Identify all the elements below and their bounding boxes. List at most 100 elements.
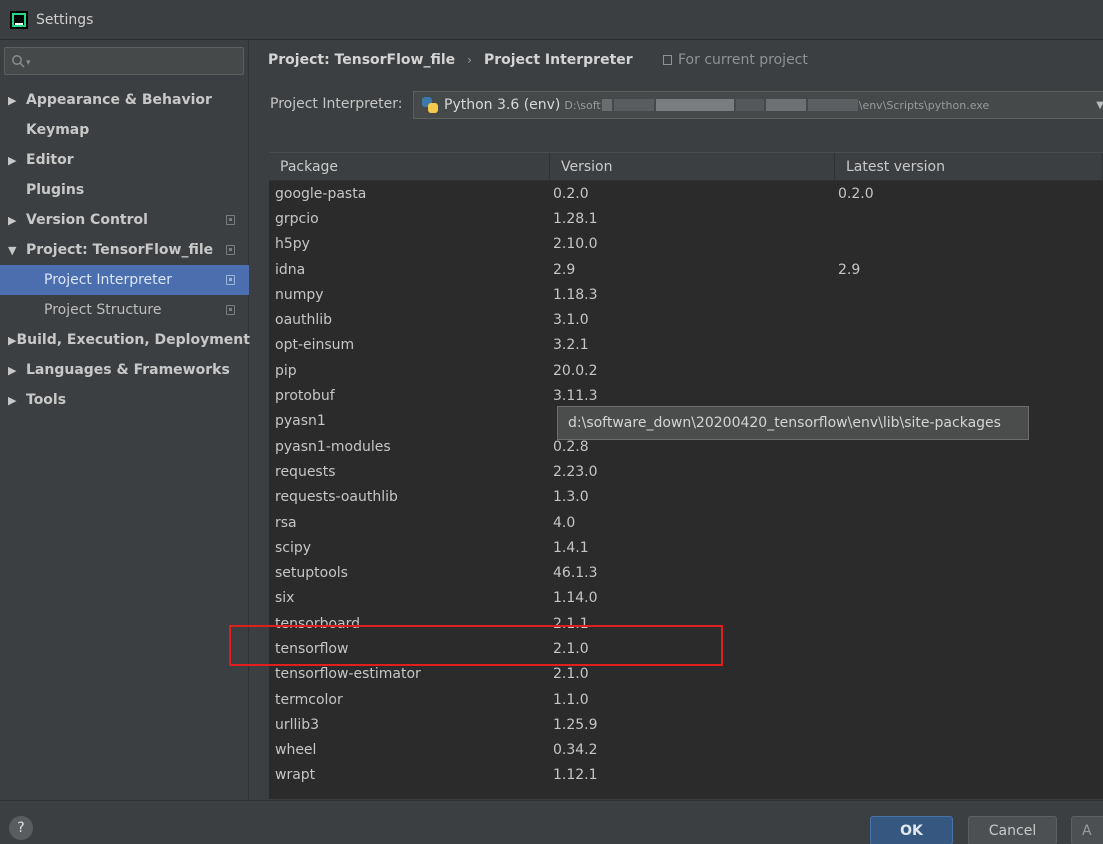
table-body: google-pasta 0.2.0 0.2.0 grpcio 1.28.1 h5py 2.…: [269, 181, 1103, 788]
package-name-cell: pyasn1: [275, 413, 326, 430]
sidebar-item-label: Editor: [26, 152, 74, 168]
help-button[interactable]: ?: [9, 816, 33, 840]
sidebar-item-project[interactable]: ▼ Project: TensorFlow_file: [0, 235, 249, 265]
search-options-icon: ▾: [26, 57, 31, 68]
sidebar-item-plugins[interactable]: Plugins: [0, 175, 249, 205]
package-name-cell: urllib3: [275, 716, 320, 733]
expand-arrow-icon: ▶: [8, 153, 17, 167]
package-name-cell: pyasn1-modules: [275, 438, 391, 455]
version-cell: 0.34.2: [553, 742, 598, 759]
package-name-cell: numpy: [275, 286, 324, 303]
table-row[interactable]: requests 2.23.0: [269, 459, 1103, 484]
table-row[interactable]: termcolor 1.1.0: [269, 687, 1103, 712]
scope-note-label: For current project: [678, 52, 808, 68]
table-header: Package Version Latest version: [269, 153, 1103, 181]
package-name-cell: wheel: [275, 742, 317, 759]
search-input[interactable]: ▾: [4, 47, 244, 75]
package-name-cell: rsa: [275, 514, 297, 531]
package-name-cell: tensorflow-estimator: [275, 666, 421, 683]
table-row[interactable]: numpy 1.18.3: [269, 282, 1103, 307]
table-row[interactable]: pip 20.0.2: [269, 358, 1103, 383]
collapse-arrow-icon: ▼: [8, 243, 17, 257]
sidebar-item-appearance[interactable]: ▶ Appearance & Behavior: [0, 85, 249, 115]
sidebar-item-editor[interactable]: ▶ Editor: [0, 145, 249, 175]
project-scope-icon: [226, 245, 235, 255]
package-name-cell: six: [275, 590, 295, 607]
package-path-tooltip: d:\software_down\20200420_tensorflow\env…: [557, 406, 1029, 440]
table-row[interactable]: wrapt 1.12.1: [269, 763, 1103, 788]
version-cell: 1.14.0: [553, 590, 598, 607]
cancel-button[interactable]: Cancel: [968, 816, 1057, 844]
package-name-cell: setuptools: [275, 565, 348, 582]
package-name-cell: pip: [275, 362, 297, 379]
table-row[interactable]: wheel 0.34.2: [269, 738, 1103, 763]
version-cell: 20.0.2: [553, 362, 598, 379]
table-row[interactable]: six 1.14.0: [269, 586, 1103, 611]
interpreter-select[interactable]: Python 3.6 (env) D:\soft \env\Scripts\py…: [413, 91, 1103, 119]
ok-button[interactable]: OK: [870, 816, 953, 844]
sidebar-item-build[interactable]: ▶ Build, Execution, Deployment: [0, 325, 250, 355]
version-cell: 3.2.1: [553, 337, 589, 354]
sidebar-item-label: Languages & Frameworks: [26, 362, 230, 378]
table-row[interactable]: grpcio 1.28.1: [269, 206, 1103, 231]
breadcrumb-separator: ›: [467, 53, 472, 67]
sidebar-item-label: Keymap: [26, 122, 90, 138]
expand-arrow-icon: ▶: [8, 93, 17, 107]
table-row[interactable]: rsa 4.0: [269, 510, 1103, 535]
expand-arrow-icon: ▶: [8, 333, 17, 347]
expand-arrow-icon: ▶: [8, 363, 17, 377]
table-row[interactable]: protobuf 3.11.3: [269, 383, 1103, 408]
highlight-box: [229, 625, 723, 666]
table-row[interactable]: idna 2.9 2.9: [269, 257, 1103, 282]
apply-button[interactable]: A: [1071, 816, 1103, 844]
version-cell: 46.1.3: [553, 565, 598, 582]
latest-version-cell: 2.9: [838, 261, 861, 278]
settings-sidebar: ▾ ▶ Appearance & Behavior Keymap ▶ Edito…: [0, 40, 250, 800]
table-row[interactable]: oauthlib 3.1.0: [269, 307, 1103, 332]
settings-nav: ▶ Appearance & Behavior Keymap ▶ Editor …: [0, 85, 250, 415]
version-cell: 0.2.0: [553, 185, 589, 202]
chevron-down-icon[interactable]: ▼: [1096, 100, 1103, 111]
dialog-footer: ? OK Cancel A: [0, 800, 1103, 844]
version-cell: 2.1.0: [553, 666, 589, 683]
sidebar-item-label: Project Interpreter: [44, 272, 173, 288]
project-scope-icon: [226, 215, 235, 225]
sidebar-item-tools[interactable]: ▶ Tools: [0, 385, 249, 415]
sidebar-item-keymap[interactable]: Keymap: [0, 115, 249, 145]
version-cell: 2.23.0: [553, 463, 598, 480]
redacted-path: [601, 99, 612, 111]
version-cell: 1.28.1: [553, 210, 598, 227]
column-header-package[interactable]: Package: [269, 153, 550, 180]
table-row[interactable]: opt-einsum 3.2.1: [269, 333, 1103, 358]
pycharm-icon: [10, 10, 28, 29]
package-name-cell: google-pasta: [275, 185, 367, 202]
title-bar: Settings: [0, 0, 1103, 40]
package-name-cell: requests: [275, 463, 336, 480]
column-header-version[interactable]: Version: [550, 153, 835, 180]
package-name-cell: grpcio: [275, 210, 319, 227]
package-name-cell: termcolor: [275, 691, 343, 708]
sidebar-item-project-interpreter[interactable]: Project Interpreter: [0, 265, 249, 295]
table-row[interactable]: requests-oauthlib 1.3.0: [269, 485, 1103, 510]
sidebar-item-version-control[interactable]: ▶ Version Control: [0, 205, 249, 235]
version-cell: 1.12.1: [553, 767, 598, 784]
package-name-cell: idna: [275, 261, 306, 278]
breadcrumb-project[interactable]: Project: TensorFlow_file: [268, 52, 455, 68]
sidebar-item-languages[interactable]: ▶ Languages & Frameworks: [0, 355, 249, 385]
package-name-cell: wrapt: [275, 767, 316, 784]
version-cell: 0.2.8: [553, 438, 589, 455]
version-cell: 3.11.3: [553, 388, 598, 405]
table-row[interactable]: urllib3 1.25.9: [269, 712, 1103, 737]
version-cell: 1.25.9: [553, 716, 598, 733]
column-header-latest-version[interactable]: Latest version: [835, 153, 1103, 180]
table-row[interactable]: setuptools 46.1.3: [269, 560, 1103, 585]
table-row[interactable]: h5py 2.10.0: [269, 232, 1103, 257]
sidebar-item-project-structure[interactable]: Project Structure: [0, 295, 249, 325]
interpreter-label: Project Interpreter:: [270, 96, 403, 112]
table-row[interactable]: scipy 1.4.1: [269, 535, 1103, 560]
sidebar-item-label: Project: TensorFlow_file: [26, 242, 214, 258]
sidebar-item-label: Project Structure: [44, 302, 162, 318]
table-row[interactable]: google-pasta 0.2.0 0.2.0: [269, 181, 1103, 206]
python-icon: [422, 97, 438, 113]
sidebar-item-label: Plugins: [26, 182, 85, 198]
